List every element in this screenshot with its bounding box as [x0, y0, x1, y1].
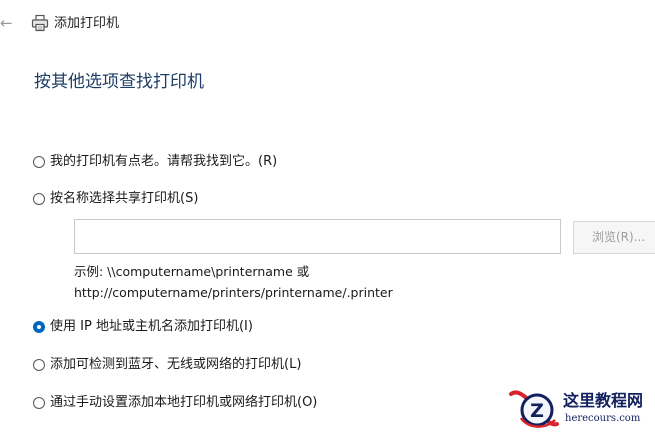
option-manual-setup[interactable]: 通过手动设置添加本地打印机或网络打印机(O)	[33, 394, 317, 412]
shared-printer-name-input[interactable]	[74, 219, 561, 254]
svg-text:Z: Z	[530, 400, 544, 422]
watermark-logo: Z	[507, 386, 559, 432]
option-ip-hostname-label: 使用 IP 地址或主机名添加打印机(I)	[50, 319, 253, 334]
example-text-line2: http://computername/printers/printername…	[74, 285, 393, 300]
option-old-printer[interactable]: 我的打印机有点老。请帮我找到它。(R)	[33, 153, 277, 171]
option-detectable-printer[interactable]: 添加可检测到蓝牙、无线或网络的打印机(L)	[33, 356, 301, 374]
option-ip-hostname[interactable]: 使用 IP 地址或主机名添加打印机(I)	[33, 318, 253, 336]
page-heading: 按其他选项查找打印机	[34, 72, 204, 92]
option-old-printer-label: 我的打印机有点老。请帮我找到它。(R)	[50, 154, 278, 169]
radio-ip-hostname[interactable]	[33, 321, 45, 333]
radio-shared-by-name[interactable]	[33, 193, 45, 205]
option-shared-by-name-label: 按名称选择共享打印机(S)	[50, 191, 199, 206]
option-detectable-printer-label: 添加可检测到蓝牙、无线或网络的打印机(L)	[50, 357, 302, 372]
back-arrow-icon[interactable]: ←	[0, 15, 14, 31]
radio-detectable-printer[interactable]	[33, 359, 45, 371]
watermark-url: herecours.com	[565, 413, 641, 424]
example-text-line1: 示例: \\computername\printername 或	[74, 264, 310, 279]
browse-button[interactable]: 浏览(R)...	[573, 221, 655, 254]
option-manual-setup-label: 通过手动设置添加本地打印机或网络打印机(O)	[50, 395, 318, 410]
window-title: 添加打印机	[54, 16, 120, 31]
option-shared-by-name[interactable]: 按名称选择共享打印机(S)	[33, 190, 198, 208]
radio-old-printer[interactable]	[33, 156, 45, 168]
watermark-title: 这里教程网	[563, 391, 644, 410]
printer-icon	[31, 14, 49, 32]
watermark: Z 这里教程网 herecours.com	[507, 386, 655, 432]
radio-manual-setup[interactable]	[33, 397, 45, 409]
